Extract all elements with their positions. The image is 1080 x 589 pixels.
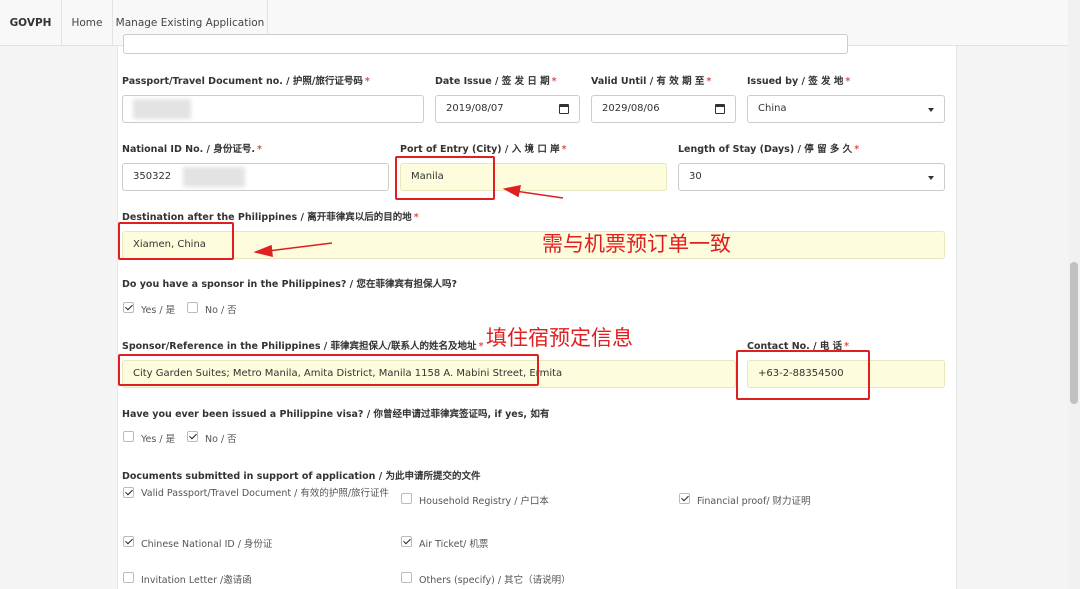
annotation-box-destination (118, 222, 234, 260)
visa-question-label: Have you ever been issued a Philippine v… (122, 409, 550, 420)
note-ticket: 需与机票预订单一致 (542, 232, 731, 256)
destination-input[interactable]: Xiamen, China (122, 231, 945, 259)
date-issue-label: Date Issue / 签 发 日 期 * (435, 73, 557, 87)
passport-label-text: Passport/Travel Document no. / 护照/旅行证号码 (122, 76, 363, 87)
national-id-input[interactable]: 350322 (122, 163, 389, 191)
calendar-icon[interactable] (715, 104, 725, 114)
sponsor-question-label: Do you have a sponsor in the Philippines… (122, 279, 457, 290)
sponsor-ref-label-text: Sponsor/Reference in the Philippines / 菲… (122, 341, 477, 352)
destination-label: Destination after the Philippines / 离开菲律… (122, 209, 419, 223)
form-card (117, 34, 957, 589)
doc-others-label: Others (specify) / 其它（请说明） (419, 575, 571, 586)
doc-air-ticket-checkbox[interactable] (401, 536, 412, 547)
sponsor-no-label: No / 否 (205, 305, 237, 316)
doc-passport-checkbox[interactable] (123, 487, 134, 498)
doc-invitation-label: Invitation Letter /邀请函 (141, 575, 252, 586)
issued-by-value: China (758, 103, 787, 114)
doc-air-ticket-label: Air Ticket/ 机票 (419, 539, 489, 550)
port-of-entry-label: Port of Entry (City) / 入 境 口 岸 * (400, 141, 567, 155)
valid-until-input[interactable]: 2029/08/06 (591, 95, 736, 123)
caret-down-icon (928, 176, 934, 180)
required-mark: * (854, 144, 860, 155)
doc-others-checkbox[interactable] (401, 572, 412, 583)
note-hotel: 填住宿预定信息 (486, 326, 633, 350)
previous-field[interactable] (123, 34, 848, 54)
date-issue-value: 2019/08/07 (446, 103, 504, 114)
scrollbar-thumb[interactable] (1070, 262, 1078, 404)
annotation-box-port (395, 156, 495, 200)
date-issue-input[interactable]: 2019/08/07 (435, 95, 580, 123)
visa-yes-label: Yes / 是 (141, 434, 176, 445)
nav-home-link[interactable]: Home (62, 0, 113, 46)
annotation-box-contact (736, 350, 870, 400)
required-mark: * (706, 76, 712, 87)
brand-logo[interactable]: GOVPH (0, 0, 62, 46)
required-mark: * (256, 144, 262, 155)
required-mark: * (551, 76, 557, 87)
caret-down-icon (928, 108, 934, 112)
valid-until-label: Valid Until / 有 效 期 至 * (591, 73, 711, 87)
date-issue-label-text: Date Issue / 签 发 日 期 (435, 76, 550, 87)
required-mark: * (364, 76, 370, 87)
required-mark: * (478, 341, 484, 352)
doc-national-id-label: Chinese National ID / 身份证 (141, 539, 273, 550)
required-mark: * (413, 212, 419, 223)
sponsor-yes-checkbox[interactable] (123, 302, 134, 313)
national-id-value: 350322 (133, 171, 172, 182)
sponsor-no-checkbox[interactable] (187, 302, 198, 313)
calendar-icon[interactable] (559, 104, 569, 114)
doc-household-label: Household Registry / 户口本 (419, 496, 549, 507)
visa-no-label: No / 否 (205, 434, 237, 445)
required-mark: * (561, 144, 567, 155)
redaction-blur (183, 167, 245, 187)
sponsor-ref-label: Sponsor/Reference in the Philippines / 菲… (122, 338, 484, 352)
issued-by-label-text: Issued by / 签 发 地 (747, 76, 844, 87)
length-of-stay-label-text: Length of Stay (Days) / 停 留 多 久 (678, 144, 853, 155)
required-mark: * (845, 76, 851, 87)
length-of-stay-label: Length of Stay (Days) / 停 留 多 久 * (678, 141, 859, 155)
redaction-blur (133, 99, 191, 119)
doc-invitation-checkbox[interactable] (123, 572, 134, 583)
issued-by-select[interactable]: China (747, 95, 945, 123)
doc-financial-checkbox[interactable] (679, 493, 690, 504)
national-id-label-text: National ID No. / 身份证号. (122, 144, 255, 155)
visa-yes-checkbox[interactable] (123, 431, 134, 442)
doc-household-checkbox[interactable] (401, 493, 412, 504)
length-of-stay-value: 30 (689, 171, 702, 182)
doc-national-id-checkbox[interactable] (123, 536, 134, 547)
doc-financial-label: Financial proof/ 财力证明 (697, 496, 811, 507)
length-of-stay-select[interactable]: 30 (678, 163, 945, 191)
valid-until-label-text: Valid Until / 有 效 期 至 (591, 76, 705, 87)
annotation-box-sponsor (118, 354, 539, 386)
documents-label: Documents submitted in support of applic… (122, 471, 481, 482)
scrollbar-track[interactable] (1068, 0, 1080, 589)
visa-no-checkbox[interactable] (187, 431, 198, 442)
passport-label: Passport/Travel Document no. / 护照/旅行证号码 * (122, 73, 370, 87)
national-id-label: National ID No. / 身份证号. * (122, 141, 262, 155)
passport-input[interactable] (122, 95, 424, 123)
valid-until-value: 2029/08/06 (602, 103, 660, 114)
sponsor-yes-label: Yes / 是 (141, 305, 176, 316)
doc-passport-label: Valid Passport/Travel Document / 有效的护照/旅… (141, 488, 390, 499)
port-of-entry-label-text: Port of Entry (City) / 入 境 口 岸 (400, 144, 560, 155)
issued-by-label: Issued by / 签 发 地 * (747, 73, 850, 87)
